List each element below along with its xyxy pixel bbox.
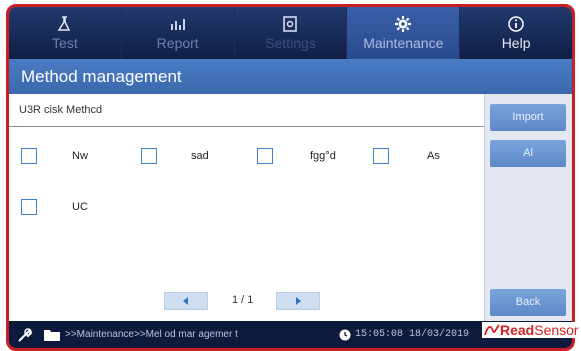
chart-icon <box>170 19 185 30</box>
method-list-header: U3R cisk Methcd <box>9 94 484 127</box>
method-name: sad <box>191 150 209 162</box>
tools-icon[interactable] <box>17 321 33 348</box>
list-item[interactable]: sad <box>141 148 209 164</box>
method-checkbox[interactable] <box>373 148 389 164</box>
page-title: Method management <box>9 59 572 94</box>
datetime: 15:05:08 18/03/2019 <box>355 329 470 340</box>
brand-name-b: Sensor <box>534 322 579 338</box>
list-item[interactable]: As <box>373 148 440 164</box>
arrow-right-icon <box>296 297 301 305</box>
tab-report-label: Report <box>156 35 199 51</box>
tab-report[interactable]: Report <box>122 7 235 59</box>
method-name: fgg°d <box>310 150 336 162</box>
next-page-button[interactable] <box>276 292 320 310</box>
info-icon <box>508 16 524 32</box>
pager: 1 / 1 <box>164 292 320 312</box>
all-button[interactable]: Al <box>490 140 566 167</box>
method-checkbox[interactable] <box>21 199 37 215</box>
folder-icon <box>43 321 61 348</box>
side-panel: Import Al Back <box>485 94 572 321</box>
tab-settings[interactable]: Settings <box>235 7 348 59</box>
clock-icon <box>339 321 351 348</box>
brand-logo: Read Sensor <box>482 322 581 338</box>
tab-help-label: Help <box>501 35 531 51</box>
import-button[interactable]: Import <box>490 104 566 131</box>
tab-maintenance[interactable]: Maintenance <box>347 7 461 59</box>
gear-icon <box>395 16 412 32</box>
flask-icon <box>57 16 71 31</box>
tab-test[interactable]: Test <box>9 7 122 59</box>
method-name: UC <box>72 201 88 213</box>
method-name: As <box>427 150 440 162</box>
method-checkbox[interactable] <box>141 148 157 164</box>
method-checkbox[interactable] <box>257 148 273 164</box>
readsensor-logo-icon <box>484 324 500 336</box>
tab-test-label: Test <box>52 35 78 51</box>
method-name: Nw <box>72 150 88 162</box>
back-button[interactable]: Back <box>490 289 566 316</box>
prev-page-button[interactable] <box>164 292 208 310</box>
tab-help[interactable]: Help <box>460 7 572 59</box>
settings-doc-icon <box>283 16 298 32</box>
top-nav: Test Report Settings Maintenance Help <box>9 7 572 59</box>
method-list-panel: U3R cisk Methcd Nw sad fgg°d As UC 1 / 1 <box>9 94 485 321</box>
arrow-left-icon <box>183 297 188 305</box>
page-indicator: 1 / 1 <box>232 294 254 306</box>
list-item[interactable]: fgg°d <box>257 148 336 164</box>
breadcrumb: >>Maintenance>>Mel od mar agemer t <box>65 329 238 340</box>
brand-name-a: Read <box>500 322 535 338</box>
app-frame: Test Report Settings Maintenance Help Me… <box>6 4 575 351</box>
method-checkbox[interactable] <box>21 148 37 164</box>
list-item[interactable]: Nw <box>21 148 88 164</box>
tab-maintenance-label: Maintenance <box>363 35 444 51</box>
tab-settings-label: Settings <box>265 35 316 51</box>
list-item[interactable]: UC <box>21 199 88 215</box>
